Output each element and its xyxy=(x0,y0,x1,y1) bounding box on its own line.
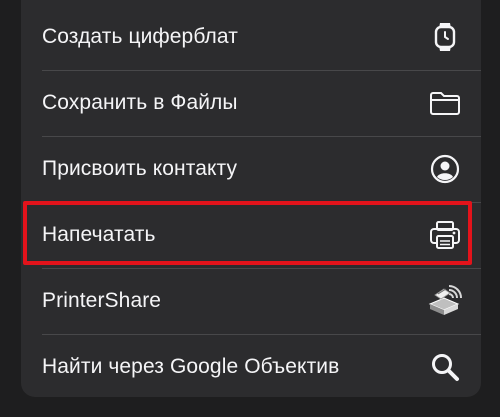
watch-icon xyxy=(427,19,463,55)
printer-icon xyxy=(427,217,463,253)
folder-icon xyxy=(427,85,463,121)
menu-item-assign-to-contact[interactable]: Присвоить контакту xyxy=(21,136,481,202)
contact-icon xyxy=(427,151,463,187)
menu-item-create-watch-face[interactable]: Создать циферблат xyxy=(21,4,481,70)
menu-item-save-to-files[interactable]: Сохранить в Файлы xyxy=(21,70,481,136)
menu-item-label: Сохранить в Файлы xyxy=(42,91,238,114)
share-action-menu: Создать циферблат Сохранить в Файлы Прис… xyxy=(21,0,481,397)
menu-item-label: PrinterShare xyxy=(42,289,162,312)
menu-item-label: Присвоить контакту xyxy=(42,157,238,180)
printershare-app-icon xyxy=(427,283,463,319)
menu-item-printershare[interactable]: PrinterShare xyxy=(21,268,481,334)
menu-item-google-lens-search[interactable]: Найти через Google Объектив xyxy=(21,334,481,397)
menu-item-label: Создать циферблат xyxy=(42,25,238,48)
menu-item-print[interactable]: Напечатать xyxy=(21,202,481,268)
menu-item-label: Напечатать xyxy=(42,223,156,246)
menu-item-label: Найти через Google Объектив xyxy=(42,355,340,378)
search-icon xyxy=(427,349,463,385)
